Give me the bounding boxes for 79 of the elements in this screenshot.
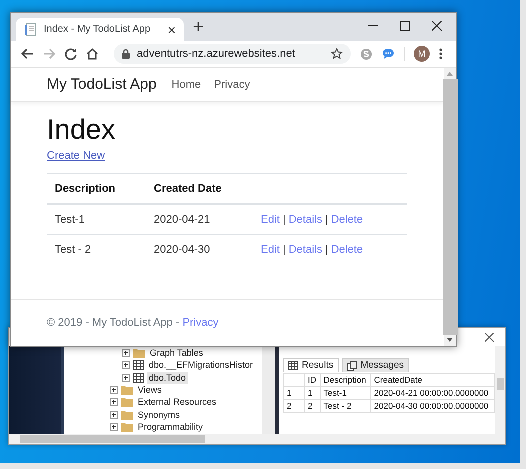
url-text: adventutrs-nz.azurewebsites.net (137, 48, 296, 60)
privacy-link[interactable]: Privacy (182, 317, 219, 329)
home-icon[interactable] (86, 48, 99, 60)
action-link[interactable]: Details (288, 244, 322, 256)
column-header: Description (47, 174, 146, 204)
action-link[interactable]: Delete (331, 214, 364, 226)
grid-cell: 2 (304, 400, 320, 412)
folder-icon (121, 397, 133, 408)
browser-tab[interactable]: Index - My TodoList App × (16, 18, 184, 41)
table-cell: 2020-04-30 (146, 234, 253, 264)
page-icon (25, 23, 37, 36)
expand-icon[interactable] (110, 386, 118, 394)
footer-text: © 2019 - My TodoList App - Privacy (47, 317, 219, 329)
action-link[interactable]: Delete (331, 244, 364, 256)
link-separator: | (325, 214, 328, 226)
chat-bubble-icon[interactable] (382, 48, 395, 60)
row-header: 2 (284, 400, 304, 412)
tree-item[interactable]: Synonyms (136, 408, 182, 421)
column-header: CreatedDate (370, 374, 494, 386)
expand-icon[interactable] (122, 349, 130, 358)
site-title[interactable]: My TodoList App (47, 76, 157, 93)
splitter[interactable] (262, 346, 279, 434)
action-link[interactable]: Edit (261, 214, 280, 226)
page-heading: Index (47, 114, 116, 146)
tree-item[interactable]: dbo.__EFMigrationsHistor (147, 359, 256, 372)
action-link[interactable]: Details (288, 214, 322, 226)
tree-item[interactable]: dbo.Todo (147, 372, 188, 384)
avatar[interactable]: M (414, 46, 430, 62)
link-separator: | (282, 214, 286, 226)
folder-icon (121, 410, 133, 420)
scrollbar[interactable] (9, 434, 505, 444)
lock-icon (122, 49, 130, 59)
table-cell: Test - 2 (47, 234, 146, 264)
new-tab-button[interactable]: + (193, 17, 204, 39)
result-tab[interactable]: Messages (342, 358, 409, 372)
folder-icon (121, 385, 133, 396)
row-header: 1 (284, 386, 304, 400)
tree-item[interactable]: Programmability (136, 420, 206, 433)
grid-cell: Test-1 (320, 386, 371, 400)
grid-cell: 1 (304, 386, 320, 400)
column-header: Created Date (146, 174, 253, 204)
result-tab[interactable]: Results (283, 358, 339, 372)
expand-icon[interactable] (110, 398, 118, 406)
table-icon (133, 372, 144, 383)
scrollbar[interactable] (444, 68, 456, 346)
grid-icon (288, 361, 298, 370)
tree-item[interactable]: External Resources (136, 396, 219, 408)
table-cell: Test-1 (47, 204, 146, 234)
expand-icon[interactable] (110, 410, 118, 419)
nav-link[interactable]: Privacy (214, 78, 250, 90)
grid-cell: 2020-04-30 00:00:00.0000000 (370, 400, 494, 412)
maximize-icon[interactable] (400, 21, 410, 31)
back-icon[interactable] (21, 48, 34, 60)
create-new-link[interactable]: Create New (47, 150, 106, 162)
tree-item[interactable]: Graph Tables (148, 347, 206, 360)
address-field[interactable]: adventutrs-nz.azurewebsites.net (114, 44, 351, 64)
expand-icon[interactable] (122, 361, 130, 370)
nav-link[interactable]: Home (172, 78, 202, 90)
expand-icon[interactable] (110, 422, 118, 431)
scrollbar[interactable] (495, 346, 505, 434)
grid-cell: Test - 2 (320, 400, 371, 412)
reload-icon[interactable] (65, 48, 77, 60)
table-cell: 2020-04-21 (146, 204, 253, 234)
close-icon[interactable] (432, 21, 442, 31)
grid-cell: 2020-04-21 00:00:00.0000000 (370, 386, 494, 400)
table-icon (133, 360, 144, 370)
action-link[interactable]: Edit (261, 244, 280, 256)
close-icon[interactable] (485, 332, 494, 342)
folder-icon (121, 422, 133, 432)
column-header: ID (304, 374, 320, 386)
message-icon (346, 360, 357, 370)
tree-item[interactable]: Views (136, 384, 164, 396)
star-icon[interactable] (331, 48, 343, 60)
close-tab-button[interactable]: × (168, 22, 176, 36)
menu-icon[interactable] (439, 48, 443, 60)
expand-icon[interactable] (122, 374, 130, 382)
column-header: Description (320, 374, 371, 386)
link-separator: | (325, 244, 328, 256)
link-separator: | (282, 244, 286, 256)
